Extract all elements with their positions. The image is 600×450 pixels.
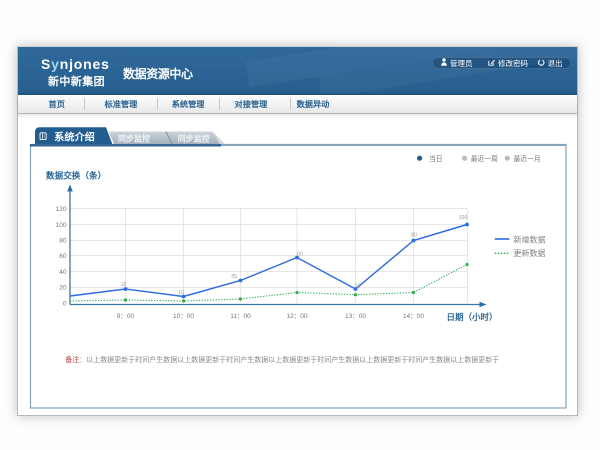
svg-text:系统介绍: 系统介绍 [54, 130, 95, 143]
svg-text:20: 20 [59, 285, 67, 292]
svg-text:80: 80 [411, 233, 417, 239]
svg-text:11：00: 11：00 [230, 313, 251, 320]
svg-text:备注：以上数据更新于时间产生数据以上数据更新于时间产生数据以: 备注：以上数据更新于时间产生数据以上数据更新于时间产生数据以上数据更新于时间产生… [65, 355, 499, 364]
svg-text:35: 35 [231, 274, 237, 280]
svg-text:10: 10 [355, 284, 361, 290]
svg-text:18: 18 [121, 282, 127, 288]
svg-text:13：00: 13：00 [345, 313, 366, 320]
svg-text:日期（小时）: 日期（小时） [447, 312, 498, 322]
svg-text:100: 100 [459, 215, 468, 221]
svg-text:120: 120 [56, 206, 67, 213]
svg-text:0: 0 [63, 300, 67, 307]
svg-text:数据交换（条）: 数据交换（条） [46, 170, 106, 181]
svg-text:12：00: 12：00 [287, 313, 308, 320]
svg-text:更新数据: 更新数据 [514, 248, 546, 258]
svg-text:新增数据: 新增数据 [514, 235, 546, 245]
svg-text:最近一月: 最近一月 [514, 154, 541, 163]
svg-text:14：00: 14：00 [403, 313, 424, 320]
svg-text:60: 60 [297, 252, 303, 258]
svg-text:60: 60 [59, 253, 67, 260]
svg-text:9：00: 9：00 [117, 313, 135, 320]
svg-text:同步监控: 同步监控 [178, 133, 210, 143]
svg-text:10: 10 [178, 290, 184, 296]
svg-text:当日: 当日 [429, 154, 443, 163]
svg-text:100: 100 [56, 222, 67, 229]
svg-text:40: 40 [59, 269, 67, 276]
svg-text:10：00: 10：00 [173, 313, 194, 320]
svg-text:同步监控: 同步监控 [118, 133, 150, 143]
svg-text:80: 80 [59, 238, 67, 245]
svg-text:最近一周: 最近一周 [471, 154, 498, 163]
